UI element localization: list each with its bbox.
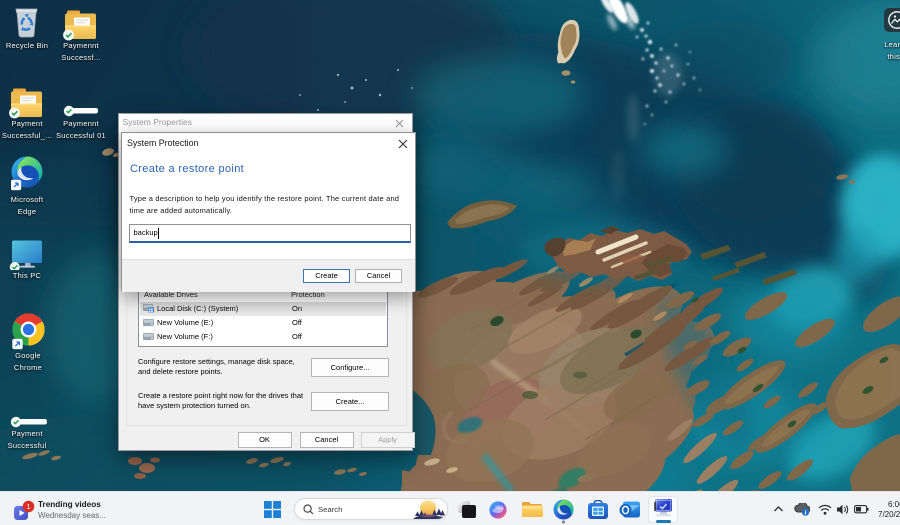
svg-text:1: 1: [27, 504, 31, 511]
